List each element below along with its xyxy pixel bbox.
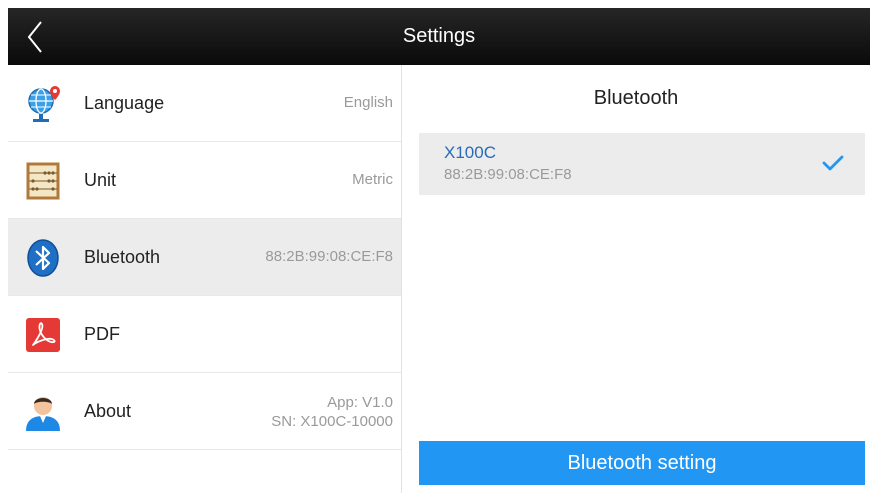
abacus-icon xyxy=(26,162,60,200)
user-icon xyxy=(26,397,60,431)
top-bar: Settings xyxy=(8,8,870,65)
settings-list: Language English Unit Metric Bluetooth 8… xyxy=(8,65,402,493)
bluetooth-device-item[interactable]: X100C 88:2B:99:08:CE:F8 xyxy=(419,133,865,195)
settings-item-value: Metric xyxy=(352,171,393,188)
settings-item-label: About xyxy=(84,401,132,421)
pdf-icon xyxy=(26,318,60,352)
settings-item-value: English xyxy=(343,94,393,111)
settings-item-pdf[interactable]: PDF xyxy=(8,296,401,373)
settings-item-label: Bluetooth xyxy=(84,247,161,267)
panel-title: Bluetooth xyxy=(593,87,679,109)
settings-item-label: PDF xyxy=(84,324,120,344)
settings-item-label: Unit xyxy=(84,170,117,190)
settings-item-bluetooth[interactable]: Bluetooth 88:2B:99:08:CE:F8 xyxy=(8,219,401,296)
device-name: X100C xyxy=(444,143,496,162)
bluetooth-icon xyxy=(27,239,59,277)
globe-location-icon xyxy=(28,86,60,122)
bluetooth-setting-button[interactable]: Bluetooth setting xyxy=(419,441,865,485)
page-title: Settings xyxy=(402,25,476,47)
settings-item-value: App: V1.0 SN: X100C-10000 xyxy=(271,393,393,431)
settings-item-value: 88:2B:99:08:CE:F8 xyxy=(265,248,393,265)
settings-item-unit[interactable]: Unit Metric xyxy=(8,142,401,219)
settings-screen: Settings Language English Unit Metric Bl… xyxy=(8,8,870,493)
settings-item-language[interactable]: Language English xyxy=(8,65,401,142)
settings-item-label: Language xyxy=(84,93,165,113)
bluetooth-panel: Bluetooth X100C 88:2B:99:08:CE:F8 Blueto… xyxy=(402,65,870,493)
serial-number: SN: X100C-10000 xyxy=(271,413,393,430)
device-mac: 88:2B:99:08:CE:F8 xyxy=(444,166,572,183)
app-version: App: V1.0 xyxy=(327,394,393,411)
checkmark-icon xyxy=(822,155,844,171)
settings-item-about[interactable]: About App: V1.0 SN: X100C-10000 xyxy=(8,373,401,450)
